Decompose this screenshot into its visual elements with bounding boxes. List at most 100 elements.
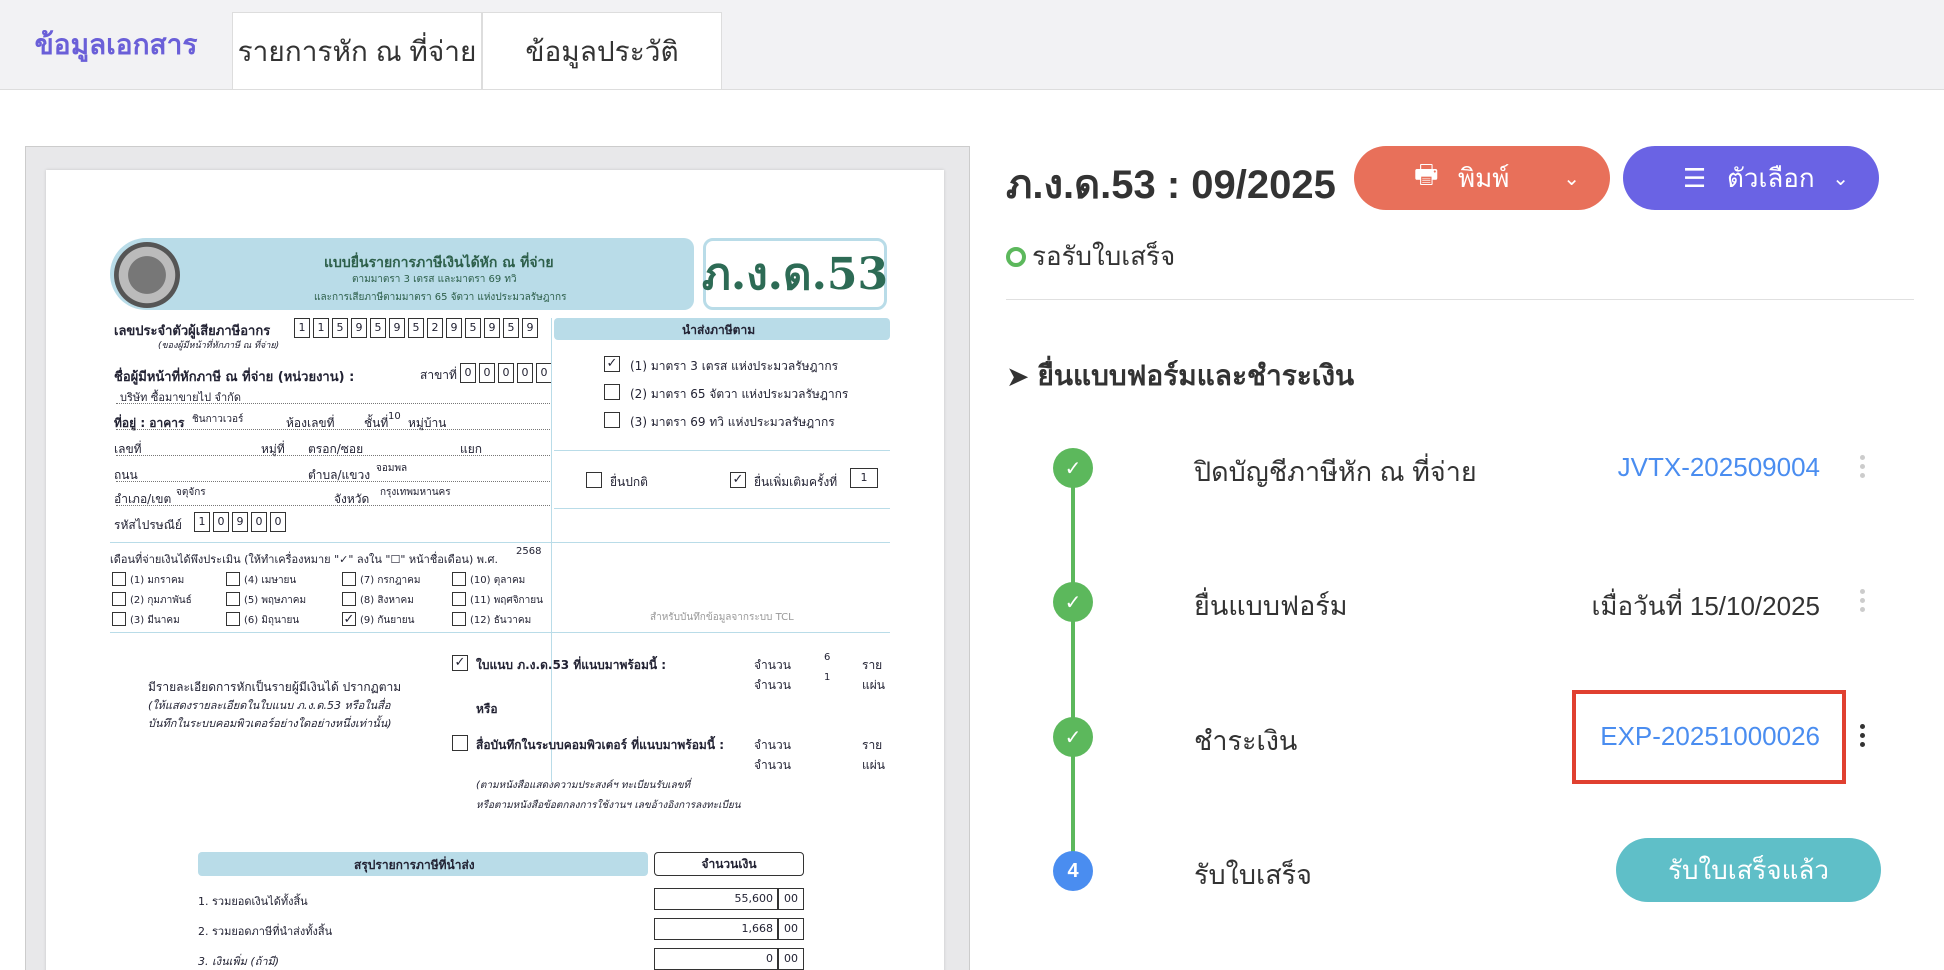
month-label: (4) เมษายน (244, 575, 297, 586)
media-note-2: หรือตามหนังสือข้อตกลงการใช้งานฯ เลขอ้างอ… (476, 800, 741, 811)
filing-normal-label: ยื่นปกติ (610, 475, 648, 489)
step-check-icon: ✓ (1053, 448, 1093, 488)
count-label-4: จำนวน (754, 758, 791, 772)
branch-digit: 0 (460, 363, 476, 383)
count-label-1: จำนวน (754, 658, 791, 672)
month-checkbox (342, 592, 356, 606)
divider (554, 450, 890, 451)
soi-label: ตรอก/ซอย (308, 442, 364, 456)
divider (554, 508, 890, 509)
floor-value: 10 (388, 411, 401, 422)
branch-label: สาขาที่ (420, 368, 457, 382)
count-label-3: จำนวน (754, 738, 791, 752)
dotline (116, 403, 550, 404)
month-label: (6) มิถุนายน (244, 615, 300, 626)
checkbox-section-1: ✓ (604, 356, 620, 372)
print-button-label: พิมพ์ (1458, 162, 1510, 193)
tax-id-digit: 9 (389, 318, 405, 338)
unit-sheets-2: แผ่น (862, 758, 885, 772)
section-option-2: (2) มาตรา 65 จัตวา แห่งประมวลรัษฎากร (630, 387, 849, 401)
page-title: ภ.ง.ด.53 : 09/2025 (1006, 163, 1336, 207)
tax-id-digit: 1 (313, 318, 329, 338)
checkbox-section-3 (604, 412, 620, 428)
paper-plane-icon: ➤ (1006, 360, 1030, 392)
checkbox-filing-extra: ✓ (730, 472, 746, 488)
unit-sheets: แผ่น (862, 678, 885, 692)
options-button[interactable]: ☰ ตัวเลือก ⌄ (1623, 146, 1879, 210)
month-checkbox: ✓ (342, 612, 356, 627)
status-badge: รอรับใบเสร็จ (1006, 236, 1175, 277)
district-value: จตุจักร (176, 487, 206, 498)
tab-bar: ข้อมูลเอกสาร รายการหัก ณ ที่จ่าย ข้อมูลป… (0, 0, 1944, 90)
menu-icon: ☰ (1683, 162, 1707, 193)
month-checkbox (342, 572, 356, 586)
postcode-digit: 0 (213, 512, 229, 532)
vertical-divider (551, 318, 552, 782)
month-checkbox (226, 592, 240, 606)
count-items: 6 (824, 652, 831, 663)
step-number-badge: 4 (1053, 851, 1093, 891)
month-label: (2) กุมภาพันธ์ (130, 595, 192, 606)
more-icon[interactable] (1856, 589, 1868, 612)
month-checkbox (452, 592, 466, 606)
divider (1006, 299, 1914, 300)
receipt-received-button[interactable]: รับใบเสร็จแล้ว (1616, 838, 1881, 902)
divider (110, 542, 890, 543)
tcl-note: สำหรับบันทึกข้อมูลจากระบบ TCL (650, 612, 794, 623)
unit-items-2: ราย (862, 738, 883, 752)
step-link-jvtx[interactable]: JVTX-202509004 (1618, 452, 1820, 483)
highlight-box (1572, 690, 1846, 784)
chevron-down-icon[interactable]: ⌄ (1563, 166, 1580, 191)
tab-document-info[interactable]: ข้อมูลเอกสาร (0, 0, 232, 90)
subdistrict-value: จอมพล (376, 463, 408, 474)
step-check-icon: ✓ (1053, 717, 1093, 757)
village-label: หมู่บ้าน (408, 416, 447, 430)
month-checkbox (452, 612, 466, 626)
branch-boxes: 00000 (460, 363, 552, 383)
month-label: (12) ธันวาคม (470, 615, 532, 626)
month-label: (5) พฤษภาคม (244, 595, 307, 606)
month-label: (1) มกราคม (130, 575, 185, 586)
address-label: ที่อยู่ : อาคาร (114, 416, 185, 430)
branch-digit: 0 (479, 363, 495, 383)
province-value: กรุงเทพมหานคร (380, 487, 451, 498)
form-header-sub1: ตามมาตรา 3 เตรส และมาตรา 69 ทวิ (352, 274, 517, 285)
step-check-icon: ✓ (1053, 582, 1093, 622)
tab-withholding-items[interactable]: รายการหัก ณ ที่จ่าย (232, 12, 482, 90)
section-option-3: (3) มาตรา 69 ทวิ แห่งประมวลรัษฎากร (630, 415, 835, 429)
month-label: (10) ตุลาคม (470, 575, 526, 586)
more-icon[interactable] (1856, 724, 1868, 747)
summary-row-amount: 55,600 (654, 888, 778, 910)
month-label: (3) มีนาคม (130, 615, 180, 626)
summary-row-amount: 0 (654, 948, 778, 970)
count-label-2: จำนวน (754, 678, 791, 692)
summary-row-satang: 00 (778, 918, 804, 940)
step-label-receipt: รับใบเสร็จ (1194, 860, 1312, 890)
no-label: เลขที่ (114, 442, 142, 456)
form-code-badge: ภ.ง.ด.53 (702, 238, 888, 310)
tax-id-digit: 5 (465, 318, 481, 338)
tax-id-digit: 5 (503, 318, 519, 338)
count-sheets: 1 (824, 672, 831, 683)
status-text: รอรับใบเสร็จ (1032, 241, 1176, 271)
room-label: ห้องเลขที่ (286, 416, 335, 430)
tab-history[interactable]: ข้อมูลประวัติ (482, 12, 722, 90)
month-label: (11) พฤศจิกายน (470, 595, 543, 606)
attachment-label: ใบแนบ ภ.ง.ด.53 ที่แนบมาพร้อมนี้ : (476, 658, 667, 672)
tax-id-digit: 9 (484, 318, 500, 338)
summary-row-label: 2. รวมยอดภาษีที่นำส่งทั้งสิ้น (198, 925, 333, 938)
tax-id-boxes: 1159595295959 (294, 318, 538, 338)
yaek-label: แยก (460, 442, 483, 456)
step-label-submit-form: ยื่นแบบฟอร์ม (1194, 591, 1348, 621)
more-icon[interactable] (1856, 455, 1868, 478)
unit-items: ราย (862, 658, 883, 672)
dotline (116, 429, 550, 430)
postcode-digit: 1 (194, 512, 210, 532)
chevron-down-icon[interactable]: ⌄ (1832, 166, 1849, 191)
summary-band-label: สรุปรายการภาษีที่นำส่ง (354, 858, 475, 872)
print-button[interactable]: 🖶 พิมพ์ ⌄ (1354, 146, 1610, 210)
tax-id-digit: 9 (351, 318, 367, 338)
subdistrict-label: ตำบล/แขวง (308, 468, 371, 482)
building-value: ชินกาวเวอร์ (192, 414, 244, 425)
checkbox-section-2 (604, 384, 620, 400)
